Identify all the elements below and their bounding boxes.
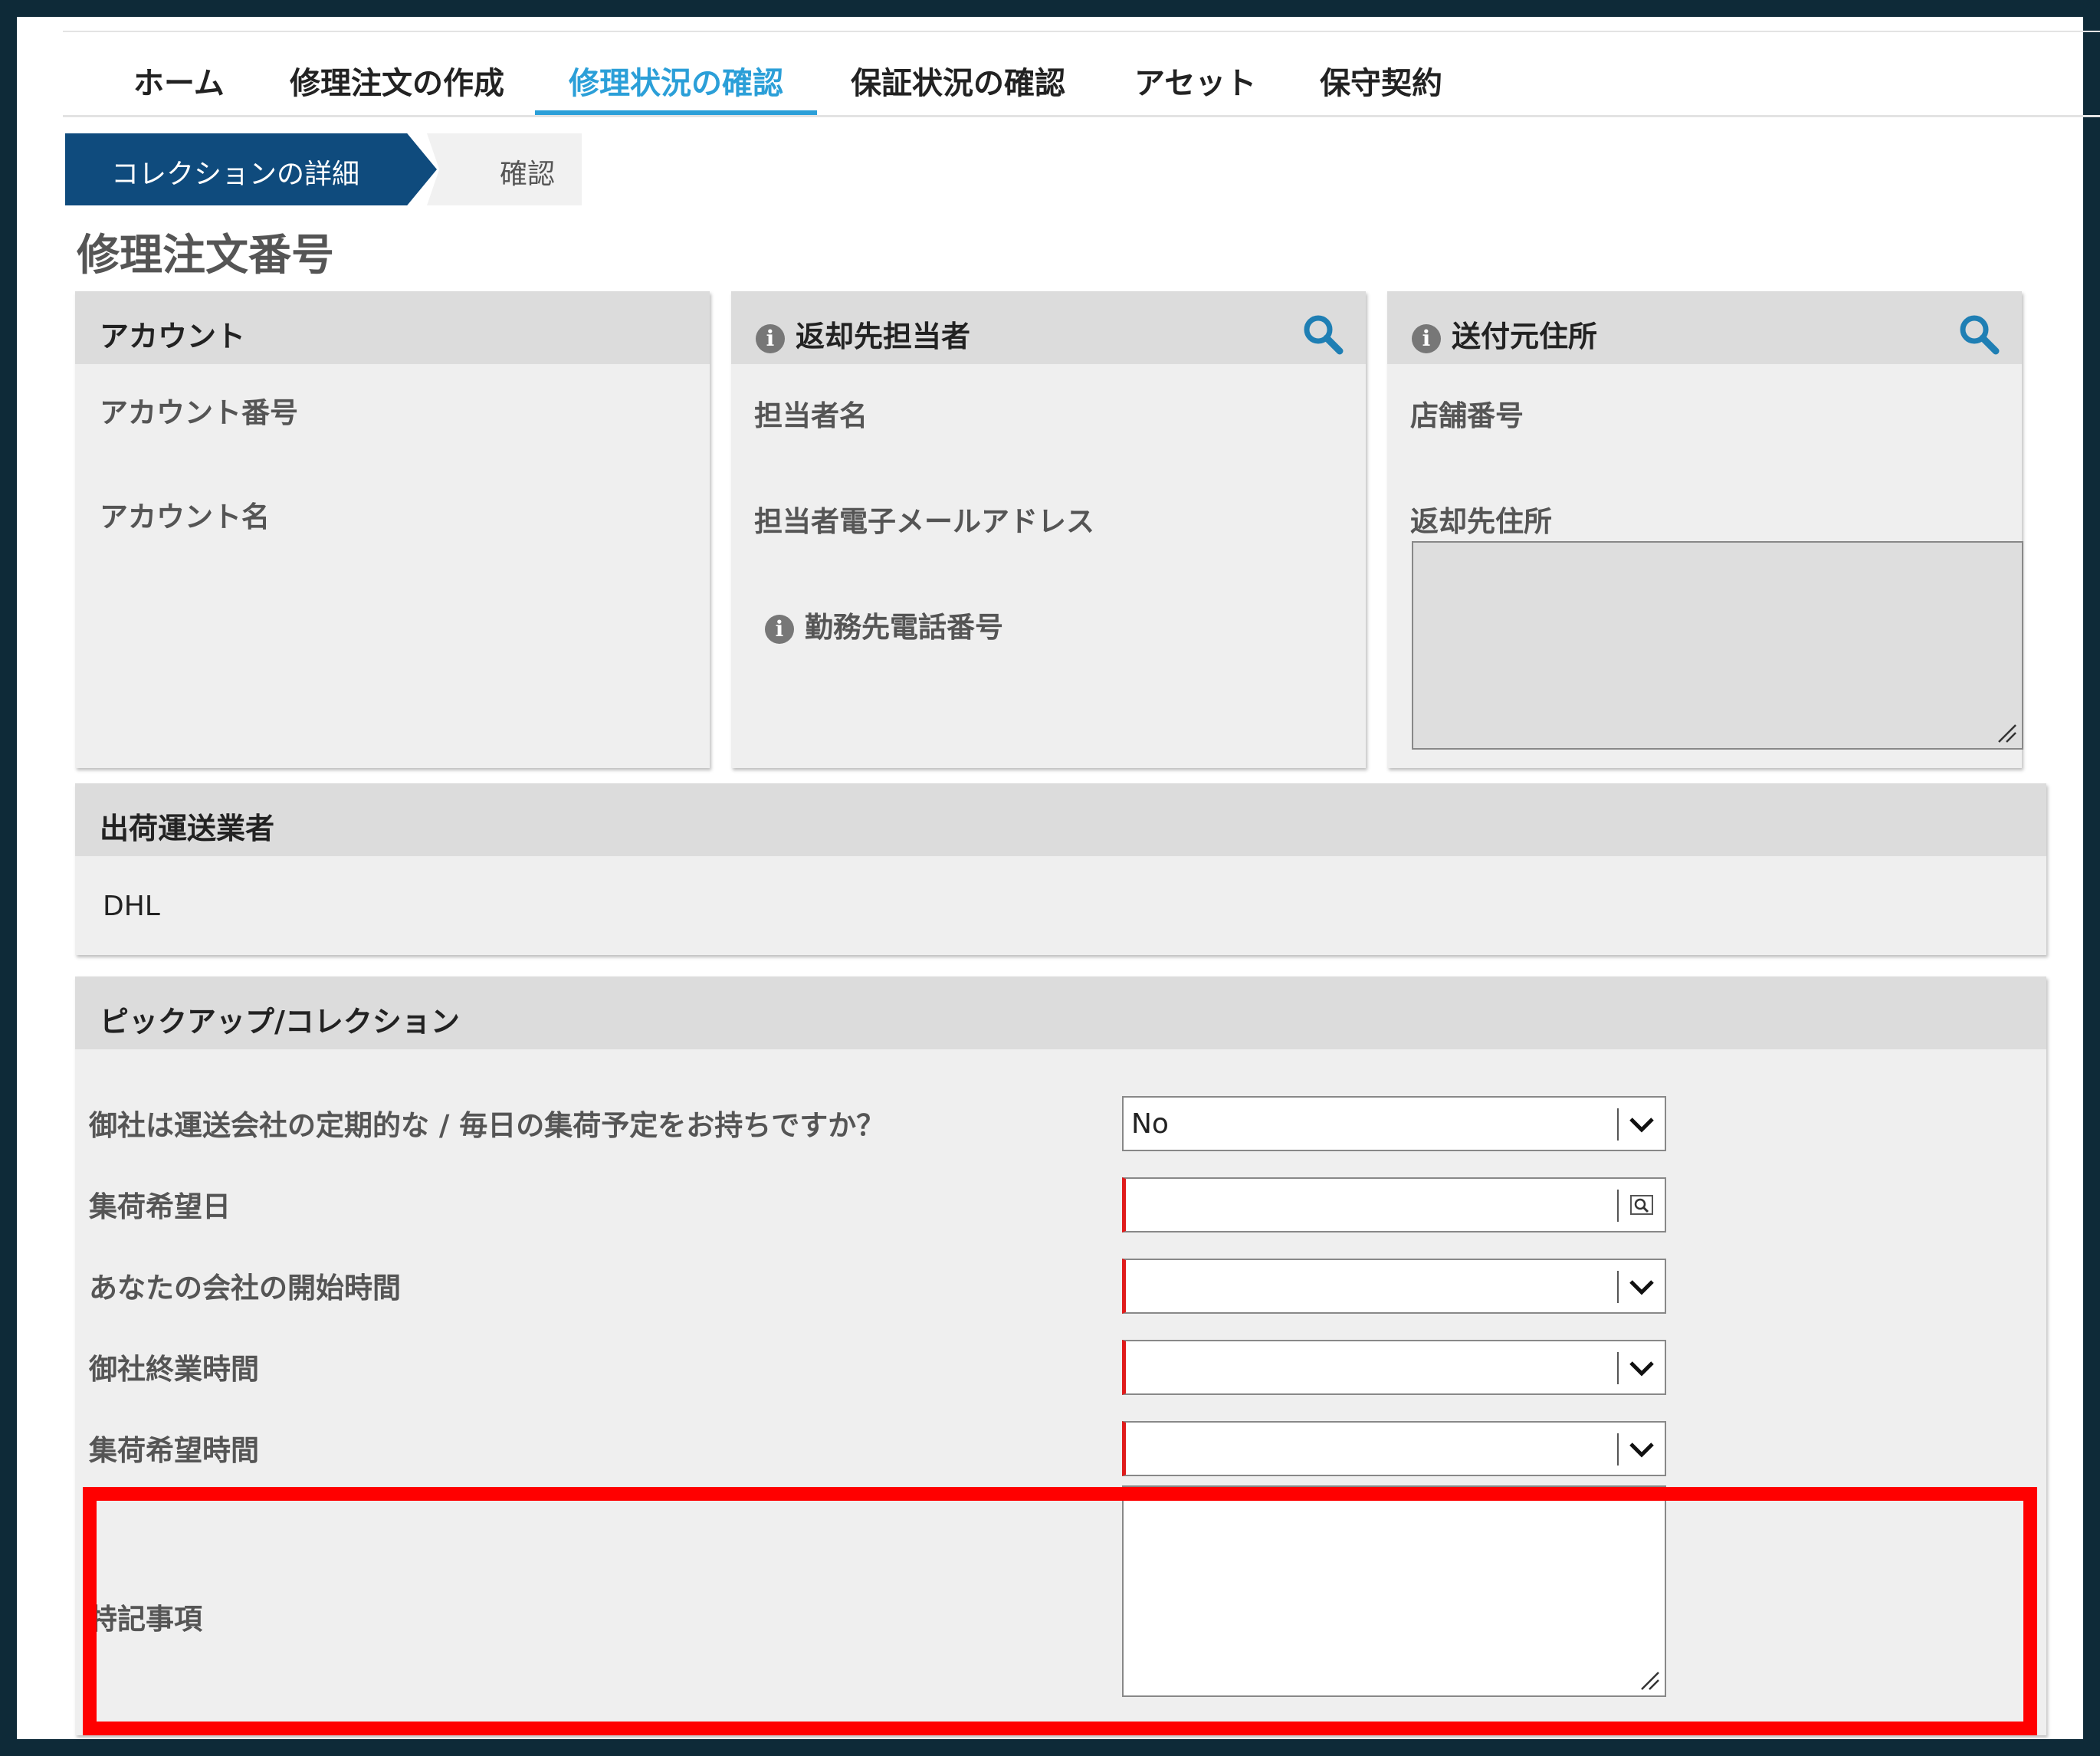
- shipping-carrier-panel: 出荷運送業者 DHL: [75, 783, 2046, 955]
- panel-title-text: 返却先担当者: [796, 320, 971, 353]
- panel-title: アカウント: [100, 320, 246, 353]
- nav-create-repair-order[interactable]: 修理注文の作成: [290, 58, 504, 103]
- breadcrumb-step-confirm[interactable]: 確認: [427, 133, 582, 205]
- contact-email-label: 担当者電子メールアドレス: [754, 505, 1094, 538]
- nav-active-underline: [535, 110, 817, 115]
- work-phone-label-text: 勤務先電話番号: [805, 611, 1003, 644]
- pickup-time-select[interactable]: [1122, 1421, 1666, 1476]
- return-address-textarea[interactable]: [1412, 541, 2023, 750]
- panel-title: ピックアップ/コレクション: [100, 1005, 460, 1039]
- chevron-down-icon[interactable]: [1626, 1272, 1657, 1303]
- return-address-label: 返却先住所: [1410, 505, 1552, 538]
- company-close-time-select[interactable]: [1122, 1340, 1666, 1395]
- pickup-date-label: 集荷希望日: [89, 1190, 231, 1223]
- company-close-time-label: 御社終業時間: [89, 1353, 259, 1386]
- panel-header: 出荷運送業者: [75, 783, 2046, 856]
- resize-grip-icon[interactable]: [1994, 720, 2017, 743]
- regular-pickup-label: 御社は運送会社の定期的な / 毎日の集荷予定をお持ちですか？: [89, 1109, 885, 1142]
- panel-header: アカウント: [75, 291, 710, 364]
- carrier-value: DHL: [103, 891, 160, 922]
- return-contact-panel: i 返却先担当者 担当者名 担当者電子メールアドレス i 勤務先電話番号: [731, 291, 1366, 768]
- search-icon[interactable]: [1957, 313, 2000, 356]
- account-name-label: アカウント名: [100, 501, 270, 533]
- special-notes-textarea[interactable]: [1122, 1485, 1666, 1697]
- special-notes-label: 特記事項: [89, 1603, 202, 1636]
- pickup-time-label: 集荷希望時間: [89, 1434, 259, 1467]
- panel-title: 出荷運送業者: [100, 812, 275, 845]
- input-divider: [1617, 1190, 1619, 1222]
- panel-title: i 返却先担当者: [756, 313, 970, 355]
- select-divider: [1617, 1271, 1619, 1303]
- pickup-date-input[interactable]: [1122, 1177, 1666, 1232]
- panel-header: ピックアップ/コレクション: [75, 976, 2046, 1049]
- info-icon: i: [765, 614, 794, 644]
- resize-grip-icon[interactable]: [1637, 1668, 1660, 1691]
- nav-assets[interactable]: アセット: [1134, 58, 1256, 103]
- panel-title-text: 送付元住所: [1452, 320, 1598, 353]
- work-phone-label: i 勤務先電話番号: [765, 604, 1003, 645]
- panel-header: i 返却先担当者: [731, 291, 1366, 364]
- nav-top-divider: [63, 31, 2100, 32]
- breadcrumb-step-label: 確認: [500, 159, 556, 190]
- account-number-label: アカウント番号: [100, 396, 298, 429]
- pickup-collection-panel: ピックアップ/コレクション 御社は運送会社の定期的な / 毎日の集荷予定をお持ち…: [75, 976, 2046, 1735]
- chevron-down-icon[interactable]: [1626, 1354, 1657, 1384]
- nav-repair-status[interactable]: 修理状況の確認: [569, 58, 783, 103]
- contact-name-label: 担当者名: [754, 399, 868, 432]
- page-title: 修理注文番号: [77, 231, 334, 281]
- calendar-search-icon[interactable]: [1629, 1193, 1654, 1217]
- top-nav: ホーム 修理注文の作成 修理状況の確認 保証状況の確認 アセット 保守契約: [63, 38, 2100, 117]
- account-panel: アカウント アカウント番号 アカウント名: [75, 291, 710, 768]
- select-divider: [1617, 1352, 1619, 1384]
- panel-title: i 送付元住所: [1412, 313, 1597, 355]
- store-number-label: 店舗番号: [1410, 399, 1524, 432]
- panel-header: i 送付元住所: [1387, 291, 2022, 364]
- select-value: No: [1131, 1108, 1169, 1140]
- breadcrumb-step-label: コレクションの詳細: [111, 159, 360, 190]
- nav-maintenance-contracts[interactable]: 保守契約: [1320, 58, 1442, 103]
- select-divider: [1617, 1108, 1619, 1141]
- regular-pickup-select[interactable]: No: [1122, 1096, 1666, 1151]
- sender-address-panel: i 送付元住所 店舗番号 返却先住所: [1387, 291, 2023, 768]
- nav-warranty-status[interactable]: 保証状況の確認: [851, 58, 1065, 103]
- chevron-down-icon[interactable]: [1626, 1435, 1657, 1466]
- info-icon: i: [1412, 323, 1441, 353]
- select-divider: [1617, 1433, 1619, 1466]
- screenshot-frame: ホーム 修理注文の作成 修理状況の確認 保証状況の確認 アセット 保守契約 コレ…: [0, 0, 2100, 1756]
- search-icon[interactable]: [1301, 313, 1344, 356]
- breadcrumb-step-collection-details[interactable]: コレクションの詳細: [65, 133, 437, 205]
- company-open-time-select[interactable]: [1122, 1259, 1666, 1314]
- company-open-time-label: あなたの会社の開始時間: [89, 1272, 401, 1305]
- chevron-down-icon[interactable]: [1626, 1110, 1657, 1141]
- nav-home[interactable]: ホーム: [133, 58, 225, 103]
- info-icon: i: [756, 323, 785, 353]
